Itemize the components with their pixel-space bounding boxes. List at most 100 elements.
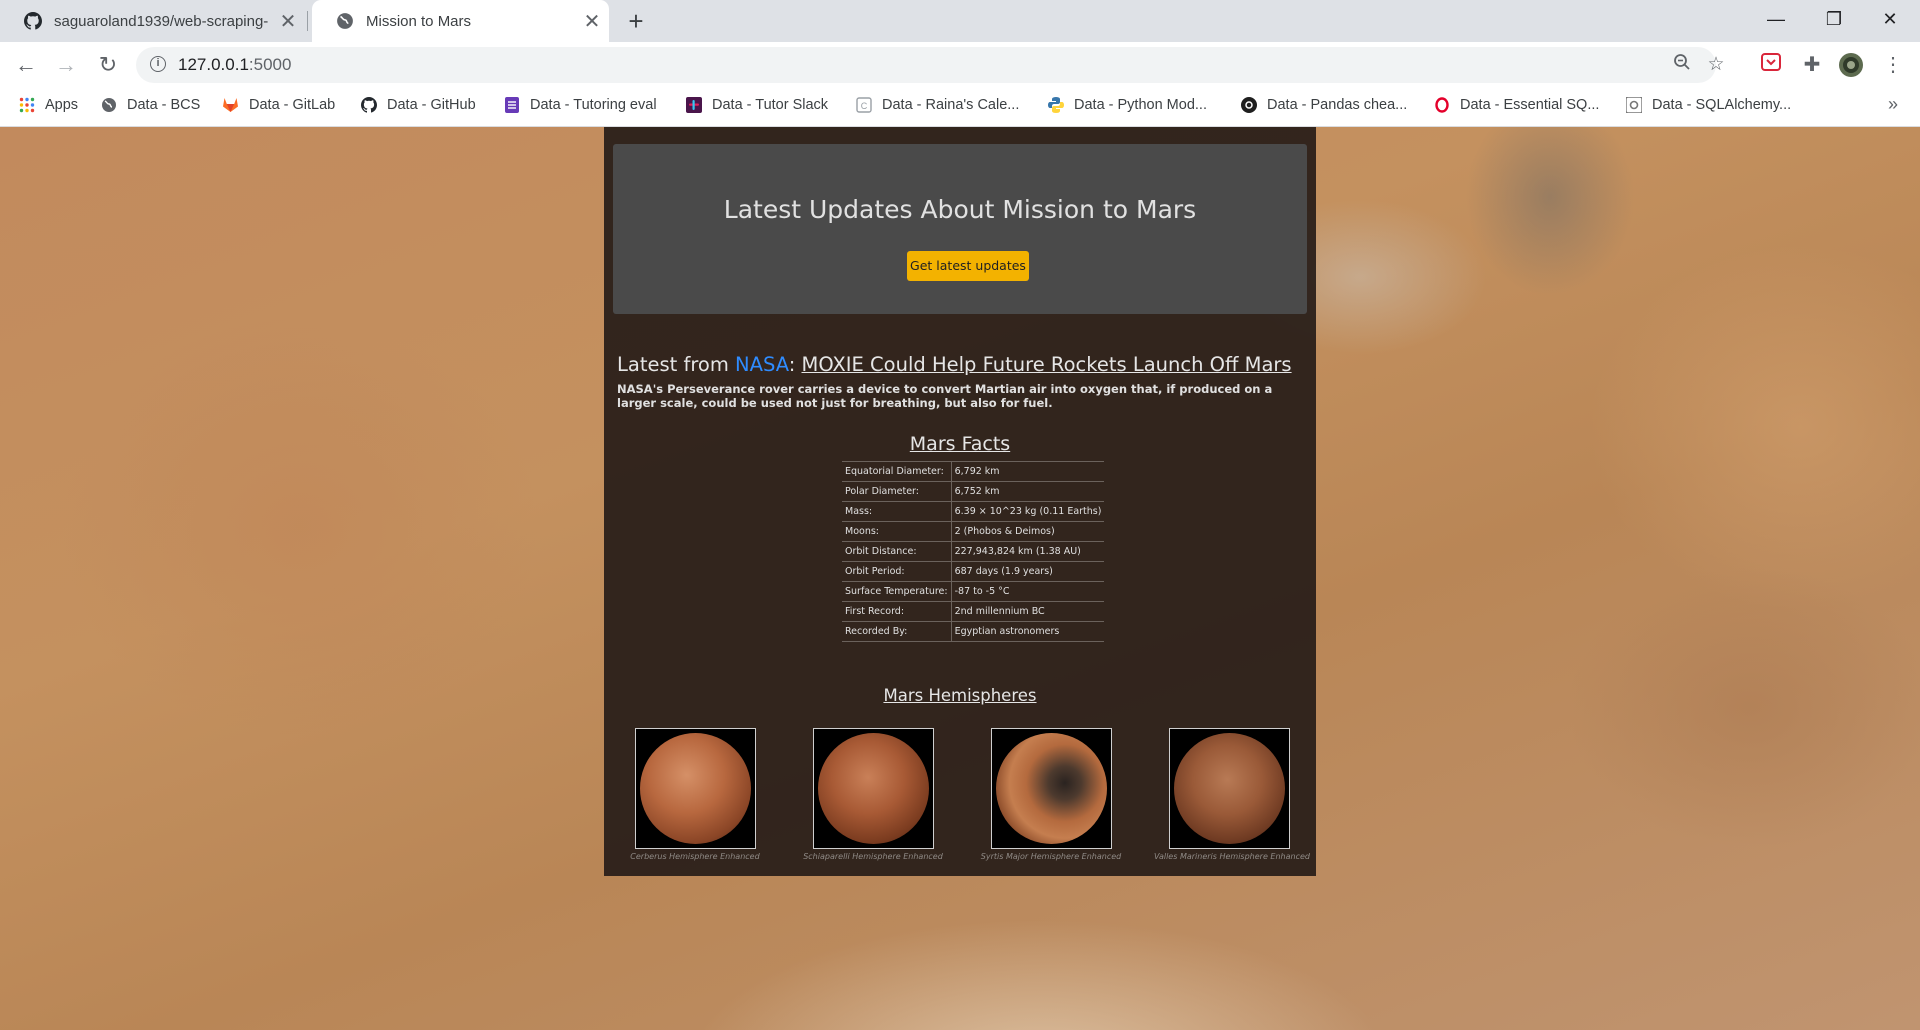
bookmark-apps[interactable]: Apps — [18, 88, 78, 122]
bookmark-label: Data - BCS — [127, 97, 201, 113]
calendar-icon: C — [855, 97, 872, 114]
fact-key: Recorded By: — [842, 621, 952, 642]
table-row: Recorded By: Egyptian astronomers — [842, 621, 1105, 642]
hemisphere-caption: Cerberus Hemisphere Enhanced — [630, 852, 760, 861]
news-prefix: Latest from — [617, 353, 736, 376]
hemisphere-card: Cerberus Hemisphere Enhanced — [620, 728, 770, 861]
fact-key: First Record: — [842, 601, 952, 622]
zoom-icon[interactable] — [1670, 53, 1694, 77]
profile-avatar[interactable] — [1838, 52, 1864, 78]
table-row: Surface Temperature: -87 to -5 °C — [842, 581, 1105, 602]
sqlalchemy-icon — [1625, 97, 1642, 114]
bookmark-label: Data - GitLab — [249, 97, 336, 113]
bookmark-data-tutor-slack[interactable]: Data - Tutor Slack — [685, 88, 828, 122]
news-separator: : — [788, 353, 802, 376]
bookmark-data-gitlab[interactable]: Data - GitLab — [222, 88, 335, 122]
tab-github-repo[interactable]: saguaroland1939/web-scraping- ✕ — [0, 0, 305, 42]
fact-value: 6.39 × 10^23 kg (0.11 Earths) — [951, 501, 1105, 522]
bookmark-data-tutoring-eval[interactable]: Data - Tutoring eval — [503, 88, 657, 122]
fact-key: Orbit Distance: — [842, 541, 952, 562]
table-row: Polar Diameter: 6,752 km — [842, 481, 1105, 502]
mars-globe-image — [817, 733, 929, 844]
jumbotron: Latest Updates About Mission to Mars Get… — [613, 144, 1307, 314]
pocket-extension-icon[interactable] — [1758, 52, 1784, 78]
hemisphere-image-schiaparelli[interactable] — [812, 728, 934, 849]
github-icon — [24, 12, 42, 30]
tab-close-icon[interactable]: ✕ — [575, 9, 609, 34]
fact-value: 227,943,824 km (1.38 AU) — [951, 541, 1105, 562]
url-text[interactable]: 127.0.0.1:5000 — [178, 55, 291, 75]
forward-icon[interactable]: → — [52, 51, 80, 79]
table-row: Orbit Period: 687 days (1.9 years) — [842, 561, 1105, 582]
hemisphere-image-syrtis-major[interactable] — [990, 728, 1112, 849]
more-bookmarks-icon[interactable]: » — [1888, 94, 1898, 115]
mars-globe-image — [995, 733, 1107, 844]
bookmark-data-sqlalchemy[interactable]: Data - SQLAlchemy... — [1625, 88, 1791, 122]
page-viewport: Latest Updates About Mission to Mars Get… — [0, 127, 1920, 1030]
url-port: :5000 — [248, 55, 292, 74]
fact-key: Mass: — [842, 501, 952, 522]
hemisphere-card: Schiaparelli Hemisphere Enhanced — [798, 728, 948, 861]
table-row: First Record: 2nd millennium BC — [842, 601, 1105, 622]
extensions-puzzle-icon[interactable]: ✚ — [1799, 52, 1825, 78]
fact-key: Orbit Period: — [842, 561, 952, 582]
table-row: Mass: 6.39 × 10^23 kg (0.11 Earths) — [842, 501, 1105, 522]
bookmark-label: Data - GitHub — [387, 97, 476, 113]
restore-button[interactable]: ❐ — [1810, 0, 1858, 38]
fact-value: -87 to -5 °C — [951, 581, 1105, 602]
page-title: Latest Updates About Mission to Mars — [723, 195, 1197, 224]
tab-close-icon[interactable]: ✕ — [271, 9, 305, 34]
address-bar[interactable]: i 127.0.0.1:5000 ☆ — [136, 47, 1725, 83]
bookmark-label: Data - Tutoring eval — [530, 97, 657, 113]
slack-icon — [685, 97, 702, 114]
form-icon — [503, 97, 520, 114]
fact-value: 2 (Phobos & Deimos) — [951, 521, 1105, 542]
bookmarks-bar: Apps Data - BCS Data - GitLab Data - Git… — [0, 88, 1920, 127]
bookmark-label: Data - Python Mod... — [1074, 97, 1207, 113]
opera-icon — [1433, 97, 1450, 114]
bookmark-label: Data - Essential SQ... — [1460, 97, 1600, 113]
globe-icon — [100, 97, 117, 114]
nasa-source-link[interactable]: NASA — [735, 353, 789, 376]
pandas-icon — [1240, 97, 1257, 114]
bookmark-data-essential-sql[interactable]: Data - Essential SQ... — [1433, 88, 1599, 122]
mars-hemispheres-heading: Mars Hemispheres — [883, 686, 1037, 705]
mars-facts-heading: Mars Facts — [909, 433, 1011, 455]
site-info-icon[interactable]: i — [150, 56, 166, 72]
back-icon[interactable]: ← — [12, 51, 40, 79]
hemisphere-image-valles-marineris[interactable] — [1168, 728, 1290, 849]
bookmark-data-python-modules[interactable]: Data - Python Mod... — [1047, 88, 1207, 122]
new-tab-button[interactable]: + — [622, 7, 650, 35]
bookmark-data-rainas-calendar[interactable]: C Data - Raina's Cale... — [855, 88, 1019, 122]
tab-title: Mission to Mars — [366, 12, 472, 30]
tab-mission-to-mars[interactable]: Mission to Mars ✕ — [312, 0, 609, 42]
bookmark-data-github[interactable]: Data - GitHub — [360, 88, 476, 122]
content-container: Latest Updates About Mission to Mars Get… — [604, 127, 1316, 876]
news-headline: Latest from NASA: MOXIE Could Help Futur… — [617, 353, 1307, 376]
fact-value: 6,752 km — [951, 481, 1105, 502]
fact-key: Surface Temperature: — [842, 581, 952, 602]
close-window-button[interactable]: ✕ — [1866, 0, 1914, 38]
fact-key: Equatorial Diameter: — [842, 461, 952, 482]
news-article-link[interactable]: MOXIE Could Help Future Rockets Launch O… — [802, 353, 1292, 376]
bookmark-label: Apps — [45, 97, 79, 113]
table-row: Moons: 2 (Phobos & Deimos) — [842, 521, 1105, 542]
hemisphere-caption: Valles Marineris Hemisphere Enhanced — [1154, 852, 1310, 861]
tab-title: saguaroland1939/web-scraping- — [54, 12, 269, 30]
tab-divider — [307, 11, 308, 31]
browser-toolbar: ← → ↻ i 127.0.0.1:5000 ☆ ✚ ⋮ — [0, 42, 1920, 88]
reload-icon[interactable]: ↻ — [94, 51, 122, 79]
bookmark-data-bcs[interactable]: Data - BCS — [100, 88, 200, 122]
github-icon — [360, 97, 377, 114]
browser-menu-icon[interactable]: ⋮ — [1880, 52, 1906, 78]
bookmark-data-pandas-cheatsheet[interactable]: Data - Pandas chea... — [1240, 88, 1407, 122]
hemisphere-caption: Syrtis Major Hemisphere Enhanced — [980, 852, 1122, 861]
gitlab-icon — [222, 97, 239, 114]
fact-value: 687 days (1.9 years) — [951, 561, 1105, 582]
hemisphere-image-cerberus[interactable] — [634, 728, 756, 849]
latest-news-section: Latest from NASA: MOXIE Could Help Futur… — [617, 353, 1307, 410]
minimize-button[interactable]: — — [1752, 0, 1800, 38]
get-latest-updates-button[interactable]: Get latest updates — [907, 251, 1029, 281]
globe-icon — [337, 13, 353, 29]
bookmark-star-icon[interactable]: ☆ — [1704, 53, 1728, 77]
